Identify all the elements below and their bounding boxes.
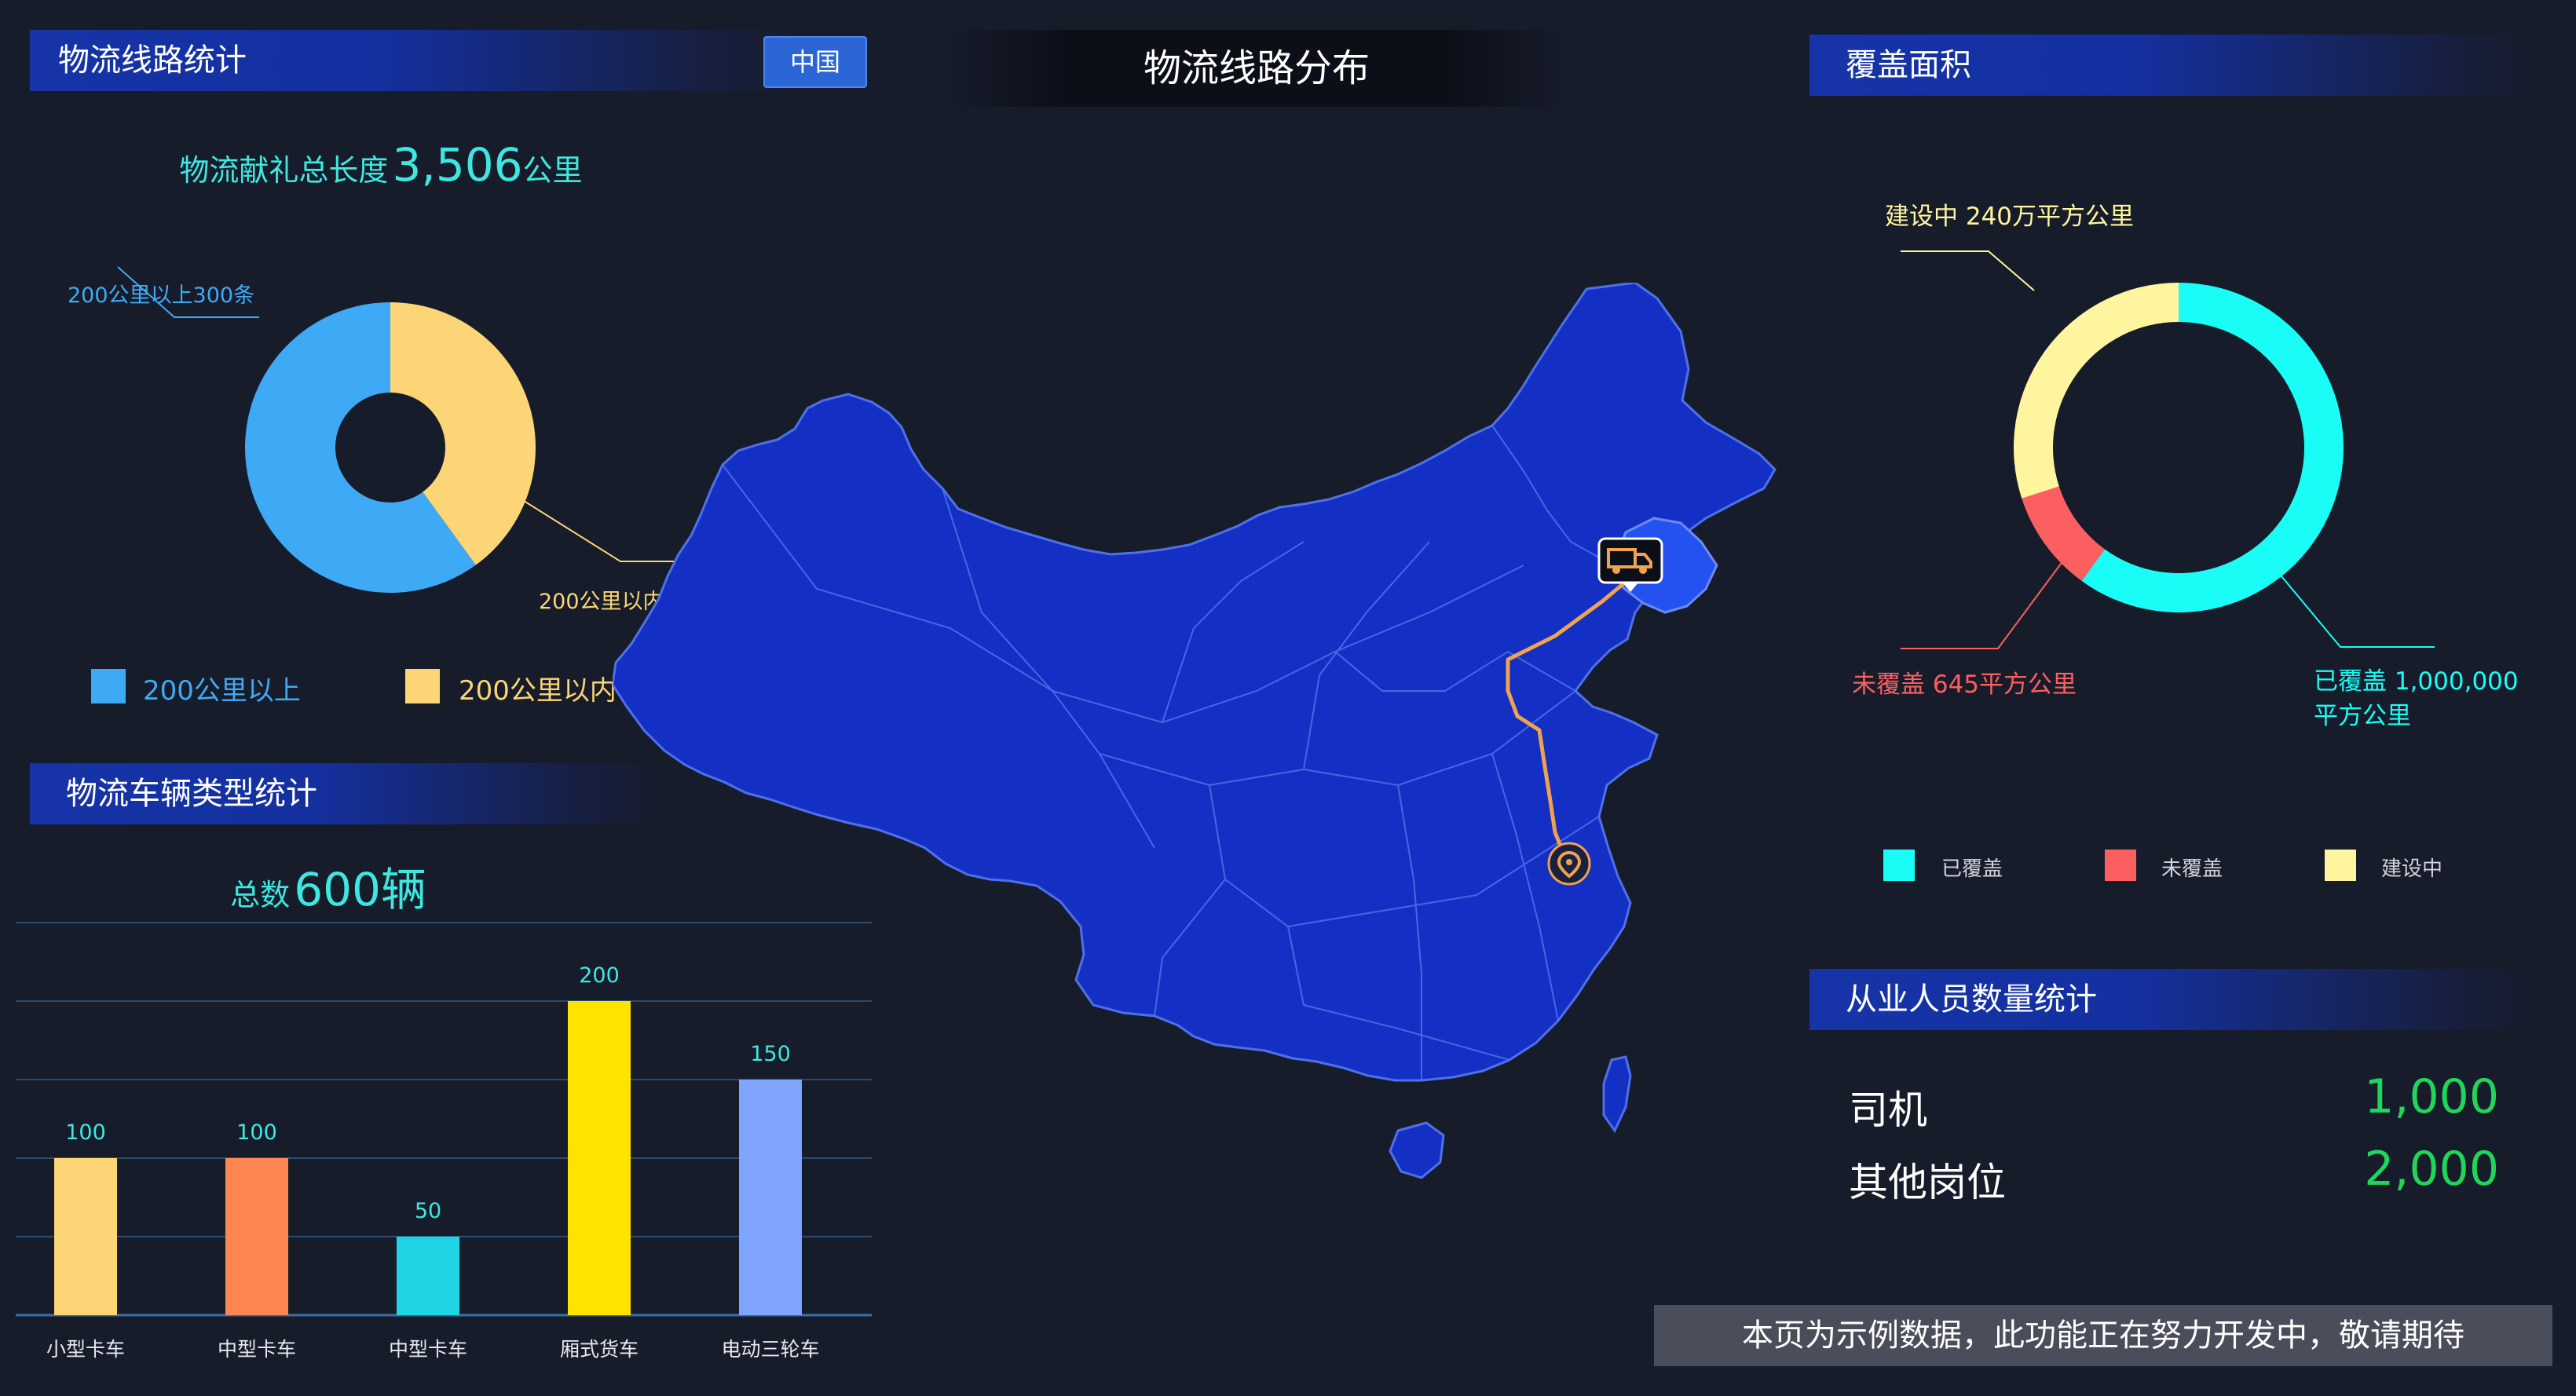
location-pin-icon	[1547, 842, 1591, 886]
bar-category-label: 小型卡车	[46, 1338, 125, 1361]
donut-slice-building[interactable]	[2014, 283, 2179, 499]
coverage-panel-title: 覆盖面积	[1809, 35, 2532, 96]
coverage-callout-covered-line2: 平方公里	[2314, 702, 2411, 730]
legend-label-under: 200公里以内	[459, 675, 617, 707]
coverage-callout-line-covered	[2277, 571, 2435, 648]
bar-category-label: 厢式货车	[560, 1338, 639, 1361]
region-select-button[interactable]: 中国	[763, 36, 867, 88]
legend-swatch-over	[91, 669, 126, 703]
coverage-callout-line-uncovered	[1901, 557, 2066, 649]
taiwan-island-shape	[1602, 1055, 1632, 1133]
routes-total-prefix: 物流献礼总长度	[179, 153, 389, 188]
staff-label-drivers: 司机	[1849, 1087, 1927, 1133]
coverage-callout-covered: 已覆盖 1,000,000 平方公里	[2314, 664, 2519, 733]
routes-total-value: 3,506	[392, 138, 523, 192]
bar-category-label: 电动三轮车	[721, 1338, 819, 1361]
legend-label-over: 200公里以上	[143, 675, 301, 707]
staff-value-others: 2,000	[2364, 1142, 2499, 1197]
legend-swatch-covered	[1883, 850, 1915, 881]
legend-label-uncovered: 未覆盖	[2161, 857, 2223, 881]
bar-1[interactable]	[225, 1158, 288, 1315]
coverage-callout-building: 建设中 240万平方公里	[1885, 203, 2135, 231]
china-map	[613, 283, 1776, 1179]
legend-swatch-building	[2325, 850, 2356, 881]
page-title: 物流线路分布	[942, 30, 1571, 107]
coverage-callout-line-building	[1901, 250, 2035, 291]
staff-panel-title: 从业人员数量统计	[1809, 969, 2532, 1030]
staff-label-others: 其他岗位	[1849, 1160, 2006, 1205]
bar-value-label: 100	[65, 1120, 106, 1145]
coverage-callout-covered-line1: 已覆盖 1,000,000	[2314, 667, 2519, 696]
staff-value-drivers: 1,000	[2364, 1069, 2499, 1124]
legend-label-building: 建设中	[2381, 857, 2443, 881]
routes-total: 物流献礼总长度 3,506公里	[0, 138, 762, 192]
bar-value-label: 50	[415, 1199, 441, 1223]
bar-2[interactable]	[397, 1237, 459, 1315]
legend-label-covered: 已覆盖	[1941, 857, 2003, 881]
china-mainland-shape	[613, 283, 1776, 1082]
routes-callout-over: 200公里以上300条	[68, 283, 255, 308]
vehicles-panel-title: 物流车辆类型统计	[30, 763, 658, 824]
bar-category-label: 中型卡车	[389, 1338, 467, 1361]
footer-notice: 本页为示例数据，此功能正在努力开发中，敬请期待	[1654, 1305, 2552, 1366]
legend-swatch-under	[405, 669, 440, 703]
hainan-island-shape	[1389, 1121, 1445, 1179]
bar-value-label: 100	[236, 1120, 277, 1145]
bar-category-label: 中型卡车	[218, 1338, 296, 1361]
coverage-callout-uncovered: 未覆盖 645平方公里	[1852, 671, 2077, 699]
bar-0[interactable]	[54, 1158, 117, 1315]
legend-swatch-uncovered	[2105, 850, 2136, 881]
routes-panel-title: 物流线路统计	[30, 30, 800, 91]
routes-total-unit: 公里	[522, 153, 583, 188]
coverage-donut-chart	[1901, 250, 2435, 649]
